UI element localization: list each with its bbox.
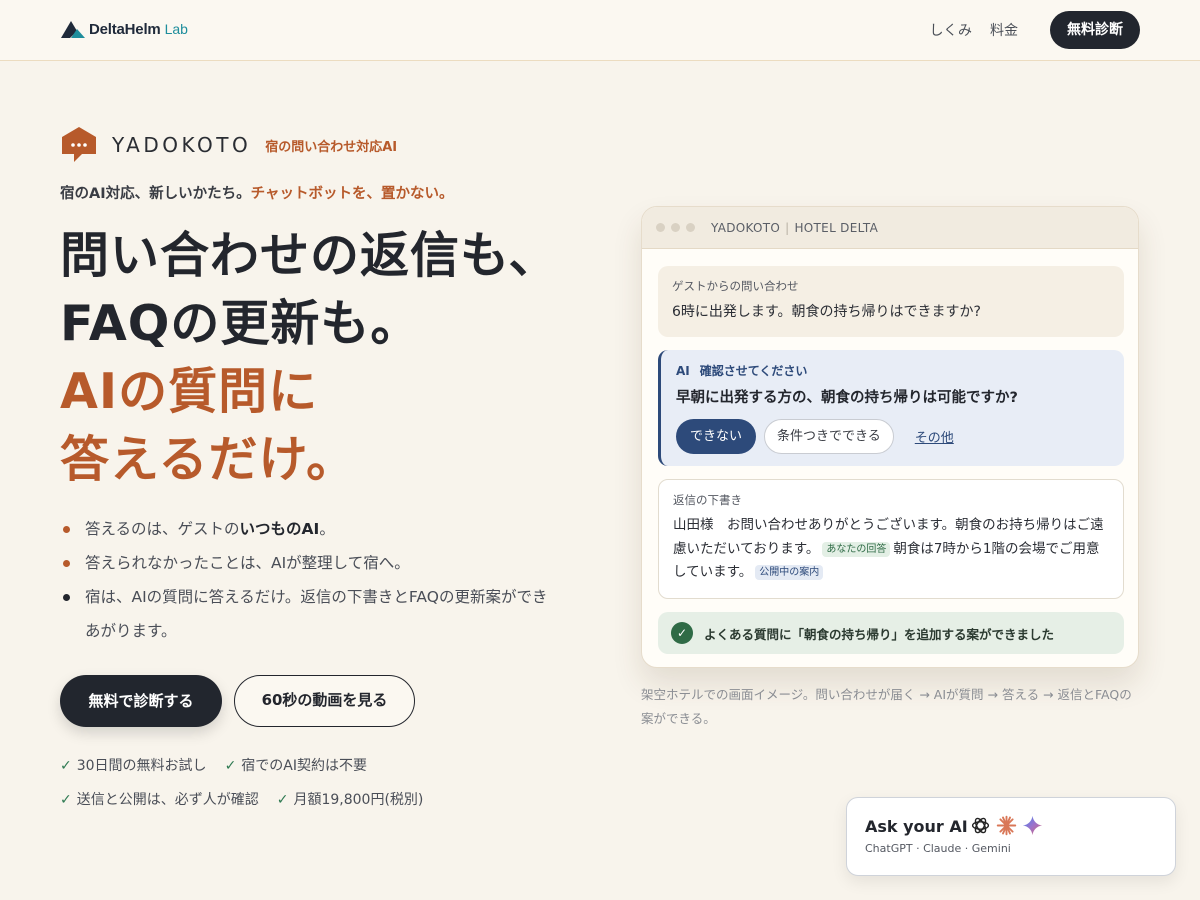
option-conditional-button[interactable]: 条件つきでできる (764, 419, 894, 454)
ask-title: Ask your AI (865, 817, 968, 836)
logo[interactable]: DeltaHelm Lab (60, 18, 188, 40)
window-dot (656, 223, 665, 232)
check-item: ✓ 月額19,800円(税別) (276, 792, 424, 808)
deltahelm-logo-icon (61, 21, 85, 38)
hero-line-4: 答えるだけ。 (60, 431, 357, 488)
tagline: 宿のAI対応、新しいかたち。チャットボットを、置かない。 (60, 182, 453, 203)
feature-list: 答えるのは、ゲストのいつものAI。 答えられなかったことは、AIが整理して宿へ。… (60, 512, 560, 648)
app-mockup-window: YADOKOTO | HOTEL DELTA ゲストからの問い合わせ 6時に出発しま… (641, 206, 1139, 668)
check-item: ✓ 30日間の無料お試し (60, 758, 207, 774)
faq-suggestion-text: よくある質問に「朝食の持ち帰り」を追加する案ができました (704, 626, 1055, 642)
check-icon: ✓ (60, 792, 72, 808)
tagline-main: 宿のAI対応、新しいかたち。 (60, 186, 251, 202)
hero-line-3: AIの質問に (60, 363, 319, 420)
ask-subtitle: ChatGPT · Claude · Gemini (865, 842, 1011, 855)
answer-options: できない 条件つきでできる その他 (676, 419, 1109, 454)
draft-label: 返信の下書き (673, 493, 742, 507)
ai-question: 早朝に出発する方の、朝食の持ち帰りは可能ですか? (676, 390, 1018, 406)
guest-inquiry-label: ゲストからの問い合わせ (672, 279, 799, 293)
guest-message: 6時に出発します。朝食の持ち帰りはできますか? (672, 304, 981, 320)
nav-link-pricing[interactable]: 料金 (990, 20, 1018, 40)
benefit-checks: ✓ 30日間の無料お試し ✓ 宿でのAI契約は不要 ✓ 送信と公開は、必ず人が確認 ✓… (60, 749, 600, 817)
bullet-dot (63, 560, 70, 567)
nav-link-mechanism[interactable]: しくみ (929, 20, 972, 40)
logo-sub: Lab (164, 21, 188, 37)
check-icon: ✓ (60, 758, 72, 774)
hero-line-2: FAQの更新も。 (60, 295, 421, 352)
your-answer-tag: あなたの回答 (822, 541, 891, 557)
check-icon: ✓ (224, 758, 237, 774)
ask-your-ai-widget[interactable]: Ask your AI ChatGPT · Claude · Gemini (846, 797, 1176, 876)
bullet-dot (63, 594, 70, 601)
claude-icon[interactable] (996, 815, 1017, 836)
check-icon: ✓ (276, 792, 289, 808)
hero-line-1: 問い合わせの返信も、 (60, 227, 559, 284)
feature-item: 宿は、AIの質問に答えるだけ。返信の下書きとFAQの更新案ができあがります。 (60, 580, 560, 648)
window-dot (671, 223, 680, 232)
gemini-icon[interactable] (1022, 815, 1043, 836)
feature-item: 答えられなかったことは、AIが整理して宿へ。 (60, 546, 560, 580)
ai-header: AI 確認させてください (676, 364, 808, 378)
product-name: YADOKOTO (112, 133, 252, 157)
hero-heading: 問い合わせの返信も、 FAQの更新も。 AIの質問に 答えるだけ。 (60, 222, 559, 494)
site-header: DeltaHelm Lab しくみ 料金 無料診断 (0, 0, 1200, 61)
feature-item: 答えるのは、ゲストのいつものAI。 (60, 512, 560, 546)
reply-draft-card: 返信の下書き 山田様 お問い合わせありがとうございます。朝食のお持ち帰りはご遠慮… (658, 479, 1124, 599)
check-circle-icon: ✓ (671, 622, 693, 644)
ai-question-card: AI 確認させてください 早朝に出発する方の、朝食の持ち帰りは可能ですか? できな… (658, 350, 1124, 466)
ai-provider-icons (965, 815, 1043, 836)
guest-inquiry-card: ゲストからの問い合わせ 6時に出発します。朝食の持ち帰りはできますか? (658, 266, 1124, 337)
window-dot (686, 223, 695, 232)
window-title: YADOKOTO | HOTEL DELTA (711, 220, 879, 235)
watch-video-button[interactable]: 60秒の動画を見る (234, 675, 415, 727)
bullet-dot (63, 526, 70, 533)
check-item: ✓ 送信と公開は、必ず人が確認 (60, 792, 259, 808)
chat-house-icon (62, 127, 96, 162)
product-brand: YADOKOTO 宿の問い合わせ対応AI (60, 126, 397, 164)
start-diagnosis-button[interactable]: 無料で診断する (60, 675, 222, 727)
logo-text: DeltaHelm (89, 20, 161, 38)
option-cannot-button[interactable]: できない (676, 419, 757, 454)
check-item: ✓ 宿でのAI契約は不要 (224, 758, 368, 774)
chatgpt-icon[interactable] (970, 815, 991, 836)
free-diagnosis-button[interactable]: 無料診断 (1050, 11, 1140, 49)
published-info-tag: 公開中の案内 (755, 565, 824, 580)
draft-text: 山田様 お問い合わせありがとうございます。朝食のお持ち帰りはご遠慮いただいており… (673, 517, 1104, 580)
top-nav: しくみ 料金 無料診断 (929, 11, 1140, 49)
tagline-accent: チャットボットを、置かない。 (250, 186, 454, 202)
mockup-caption: 架空ホテルでの画面イメージ。問い合わせが届く → AIが質問 → 答える → 返… (641, 687, 1132, 726)
product-tag: 宿の問い合わせ対応AI (265, 139, 398, 155)
window-titlebar: YADOKOTO | HOTEL DELTA (642, 207, 1138, 249)
faq-suggestion-card: ✓ よくある質問に「朝食の持ち帰り」を追加する案ができました (658, 612, 1124, 654)
option-other-link[interactable]: その他 (915, 427, 954, 446)
